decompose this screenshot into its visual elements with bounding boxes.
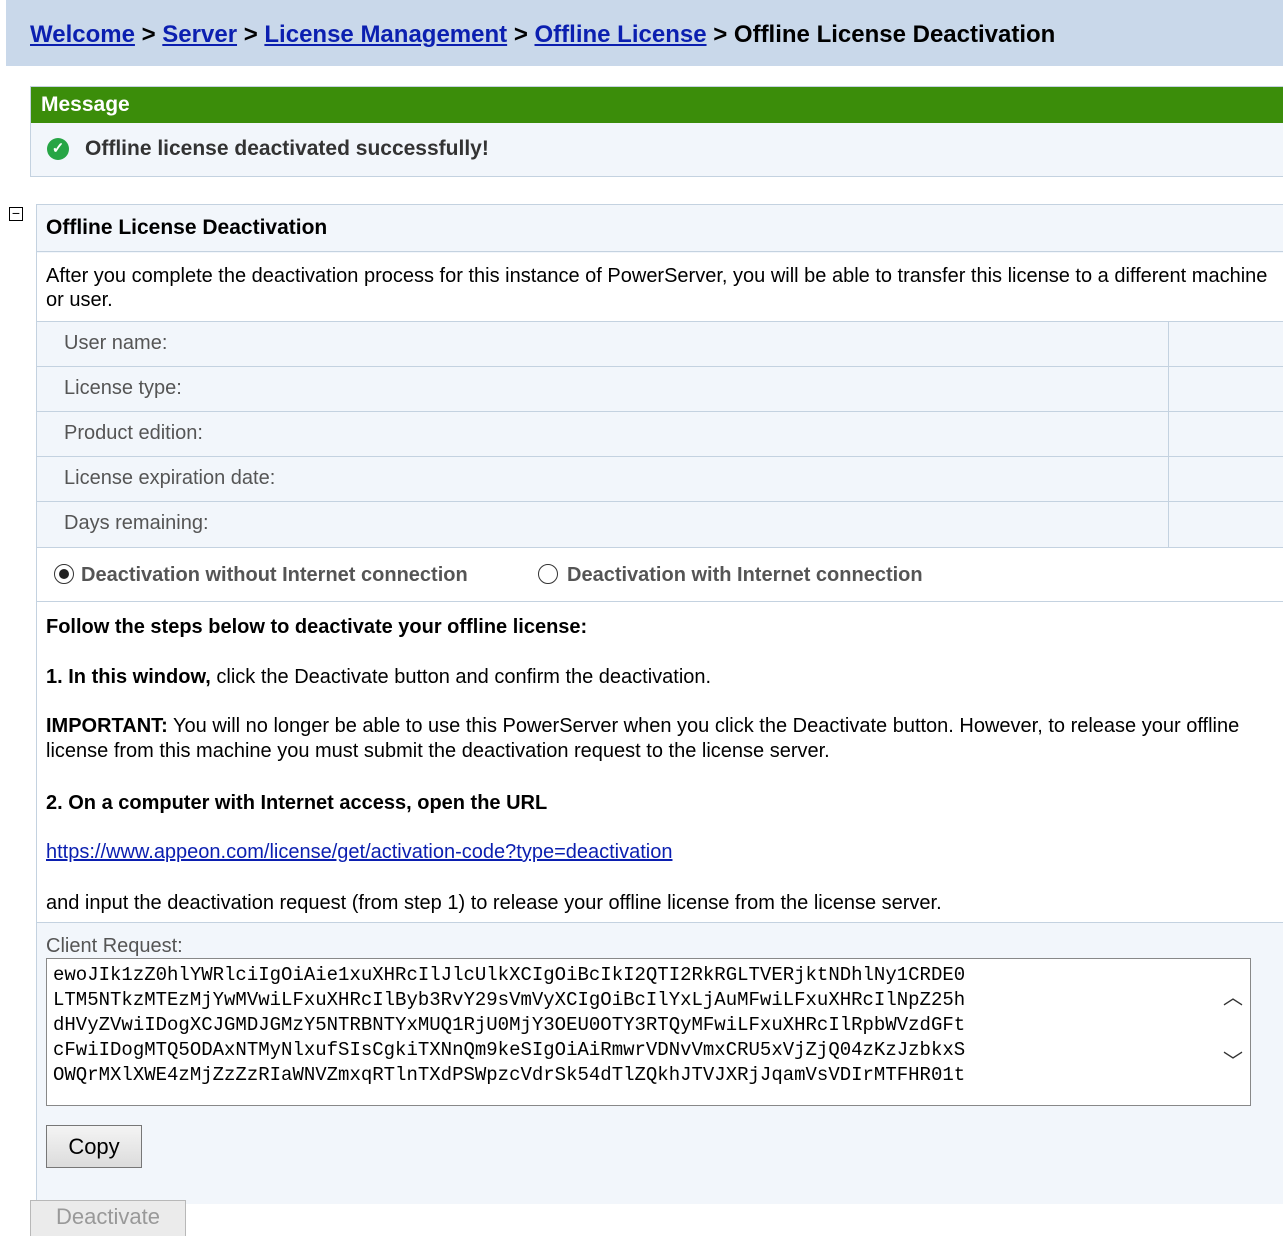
step-2-instructions: and input the deactivation request (from… bbox=[46, 892, 942, 914]
breadcrumb-link-welcome[interactable]: Welcome bbox=[30, 21, 135, 48]
deactivate-button[interactable]: Deactivate bbox=[30, 1200, 186, 1236]
field-row-user-name: User name: bbox=[37, 322, 1283, 367]
field-row-product-edition: Product edition: bbox=[37, 412, 1283, 457]
important-text: You will no longer be able to use this P… bbox=[46, 715, 1240, 762]
breadcrumb: Welcome > Server > License Management > … bbox=[6, 0, 1283, 66]
radio-with-internet[interactable] bbox=[538, 564, 558, 584]
message-box: Message ✓ Offline license deactivated su… bbox=[30, 86, 1283, 177]
important-note: IMPORTANT: You will no longer be able to… bbox=[46, 714, 1266, 764]
field-value bbox=[1168, 502, 1283, 547]
field-label: License expiration date: bbox=[64, 467, 276, 489]
steps-section: Follow the steps below to deactivate you… bbox=[37, 602, 1283, 923]
deactivation-panel: Offline License Deactivation After you c… bbox=[36, 204, 1283, 1204]
deactivation-mode-group: Deactivation without Internet connection… bbox=[37, 548, 1283, 602]
radio-without-internet[interactable] bbox=[54, 564, 74, 584]
step-1-text: click the Deactivate button and confirm … bbox=[210, 666, 712, 688]
client-request-text[interactable]: ewoJIk1zZ0hlYWRlciIgOiAie1xuXHRcIlJlcUlk… bbox=[53, 963, 1213, 1088]
field-value bbox=[1168, 322, 1283, 366]
breadcrumb-separator: > bbox=[141, 21, 156, 48]
step-2: 2. On a computer with Internet access, o… bbox=[46, 792, 548, 814]
field-value bbox=[1168, 412, 1283, 456]
breadcrumb-current: Offline License Deactivation bbox=[733, 21, 1056, 48]
step-1: 1. In this window, click the Deactivate … bbox=[46, 665, 1266, 690]
important-bold: IMPORTANT: bbox=[46, 715, 168, 737]
steps-heading: Follow the steps below to deactivate you… bbox=[46, 616, 588, 638]
message-body: ✓ Offline license deactivated successful… bbox=[31, 123, 1283, 177]
scroll-down-icon[interactable]: ﹀ bbox=[1220, 1051, 1246, 1073]
breadcrumb-link-license-management[interactable]: License Management bbox=[264, 21, 507, 48]
breadcrumb-link-server[interactable]: Server bbox=[162, 21, 237, 48]
breadcrumb-separator: > bbox=[513, 21, 528, 48]
panel-title: Offline License Deactivation bbox=[37, 205, 1283, 252]
deactivation-url-link[interactable]: https://www.appeon.com/license/get/activ… bbox=[46, 841, 672, 863]
field-row-expiration-date: License expiration date: bbox=[37, 457, 1283, 502]
check-circle-icon: ✓ bbox=[47, 138, 69, 160]
breadcrumb-link-offline-license[interactable]: Offline License bbox=[535, 21, 707, 48]
breadcrumb-separator: > bbox=[713, 21, 728, 48]
scroll-up-icon[interactable]: ︿ bbox=[1220, 987, 1246, 1009]
field-label: License type: bbox=[64, 377, 182, 399]
message-text: Offline license deactivated successfully… bbox=[85, 137, 489, 160]
radio-label-with-internet[interactable]: Deactivation with Internet connection bbox=[567, 564, 923, 587]
field-row-license-type: License type: bbox=[37, 367, 1283, 412]
copy-button[interactable]: Copy bbox=[46, 1125, 142, 1168]
radio-label-without-internet[interactable]: Deactivation without Internet connection bbox=[81, 564, 468, 587]
field-value bbox=[1168, 367, 1283, 411]
field-label: Days remaining: bbox=[64, 512, 209, 534]
field-label: Product edition: bbox=[64, 422, 203, 444]
breadcrumb-separator: > bbox=[243, 21, 258, 48]
client-request-label: Client Request: bbox=[46, 935, 183, 957]
collapse-toggle-icon[interactable]: − bbox=[9, 206, 23, 221]
message-header: Message bbox=[31, 87, 1283, 123]
field-label: User name: bbox=[64, 332, 168, 354]
step-1-bold: 1. In this window, bbox=[46, 666, 211, 688]
field-value bbox=[1168, 457, 1283, 501]
panel-intro: After you complete the deactivation proc… bbox=[37, 253, 1283, 322]
field-row-days-remaining: Days remaining: bbox=[37, 502, 1283, 548]
client-request-textarea[interactable]: ewoJIk1zZ0hlYWRlciIgOiAie1xuXHRcIlJlcUlk… bbox=[46, 958, 1251, 1106]
